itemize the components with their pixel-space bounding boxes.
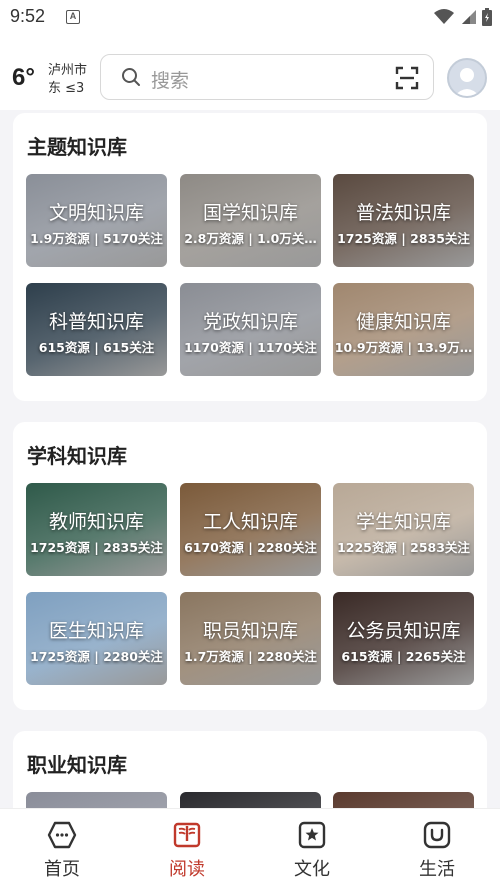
avatar[interactable] [447, 58, 487, 98]
knowledge-card[interactable]: 职员知识库 1.7万资源 | 2280关注 [180, 592, 321, 685]
notification-app-icon: A [66, 10, 80, 24]
nav-culture[interactable]: 文化 [272, 821, 352, 881]
card-title: 文明知识库 [48, 202, 144, 224]
card-title: 科普知识库 [48, 311, 144, 333]
bag-icon [423, 821, 451, 849]
home-icon [47, 821, 77, 849]
section-title: 主题知识库 [27, 135, 127, 159]
knowledge-card[interactable]: 国学知识库 2.8万资源 | 1.0万关… [180, 174, 321, 267]
search-placeholder: 搜索 [151, 70, 190, 92]
status-time: 9:52 [10, 6, 46, 26]
card-stats: 1725资源 | 2280关注 [30, 649, 163, 664]
nav-home[interactable]: 首页 [22, 821, 102, 881]
knowledge-card[interactable]: 工人知识库 6170资源 | 2280关注 [180, 483, 321, 576]
knowledge-card[interactable]: 教师知识库 1725资源 | 2835关注 [26, 483, 167, 576]
search-input[interactable]: 搜索 [100, 54, 434, 100]
signal-icon [462, 10, 476, 24]
section-title: 职业知识库 [27, 753, 127, 777]
card-stats: 1170资源 | 1170关注 [184, 340, 317, 355]
card-stats: 1725资源 | 2835关注 [30, 540, 163, 555]
section-theme: 主题知识库 文明知识库 1.9万资源 | 5170关注 国学知识库 2.8万资源 |… [13, 113, 487, 401]
main-content[interactable]: 主题知识库 文明知识库 1.9万资源 | 5170关注 国学知识库 2.8万资源 |… [0, 110, 500, 808]
card-stats: 2.8万资源 | 1.0万关… [184, 231, 317, 246]
knowledge-card[interactable]: 医生知识库 1725资源 | 2280关注 [26, 592, 167, 685]
weather-info[interactable]: 泸州市 东 ≤3 [48, 62, 87, 98]
nav-label: 生活 [419, 859, 455, 880]
card-title: 职员知识库 [202, 620, 298, 642]
card-title: 普法知识库 [355, 202, 451, 224]
nav-label: 阅读 [169, 859, 205, 880]
card-stats: 10.9万资源 | 13.9万… [334, 340, 473, 355]
city-name: 泸州市 [48, 63, 88, 78]
section-title: 学科知识库 [27, 444, 127, 468]
card-title: 健康知识库 [355, 311, 451, 333]
status-indicators [434, 8, 492, 26]
star-badge-icon [298, 821, 326, 849]
card-stats: 1.7万资源 | 2280关注 [184, 649, 317, 664]
card-title: 公务员知识库 [346, 620, 461, 642]
wind-info: 东 ≤3 [48, 81, 85, 96]
knowledge-card[interactable] [26, 792, 167, 808]
book-icon [173, 822, 201, 848]
knowledge-card[interactable]: 科普知识库 615资源 | 615关注 [26, 283, 167, 376]
card-stats: 1725资源 | 2835关注 [337, 231, 470, 246]
card-title: 学生知识库 [355, 511, 451, 533]
card-title: 党政知识库 [202, 311, 298, 333]
card-title: 医生知识库 [48, 620, 144, 642]
knowledge-card[interactable]: 公务员知识库 615资源 | 2265关注 [333, 592, 474, 685]
card-stats: 1.9万资源 | 5170关注 [30, 231, 163, 246]
card-title: 国学知识库 [202, 202, 298, 224]
knowledge-card[interactable]: 党政知识库 1170资源 | 1170关注 [180, 283, 321, 376]
nav-life[interactable]: 生活 [397, 821, 477, 881]
card-stats: 1225资源 | 2583关注 [337, 540, 470, 555]
knowledge-card[interactable]: 普法知识库 1725资源 | 2835关注 [333, 174, 474, 267]
card-stats: 615资源 | 615关注 [38, 340, 155, 355]
battery-icon [482, 8, 492, 26]
status-bar: 9:52 A [0, 0, 500, 34]
wifi-icon [434, 9, 454, 24]
search-icon [122, 68, 140, 86]
knowledge-card[interactable] [333, 792, 474, 808]
knowledge-card[interactable]: 学生知识库 1225资源 | 2583关注 [333, 483, 474, 576]
section-subject: 学科知识库 教师知识库 1725资源 | 2835关注 工人知识库 6170资源 |… [13, 422, 487, 710]
knowledge-card[interactable]: 健康知识库 10.9万资源 | 13.9万… [333, 283, 474, 376]
nav-read[interactable]: 阅读 [147, 821, 227, 881]
section-career: 职业知识库 [13, 731, 487, 808]
knowledge-card[interactable]: 文明知识库 1.9万资源 | 5170关注 [26, 174, 167, 267]
card-title: 工人知识库 [202, 511, 298, 533]
card-title: 教师知识库 [48, 511, 144, 533]
top-bar: 6° 泸州市 东 ≤3 搜索 [0, 34, 500, 110]
weather-temperature[interactable]: 6° [12, 64, 35, 92]
nav-label: 文化 [294, 859, 330, 880]
bottom-nav: 首页 阅读 文化 生活 [0, 808, 500, 888]
knowledge-card[interactable] [180, 792, 321, 808]
card-stats: 615资源 | 2265关注 [341, 649, 466, 664]
scan-icon[interactable] [395, 66, 419, 90]
card-stats: 6170资源 | 2280关注 [184, 540, 317, 555]
nav-label: 首页 [44, 859, 80, 880]
